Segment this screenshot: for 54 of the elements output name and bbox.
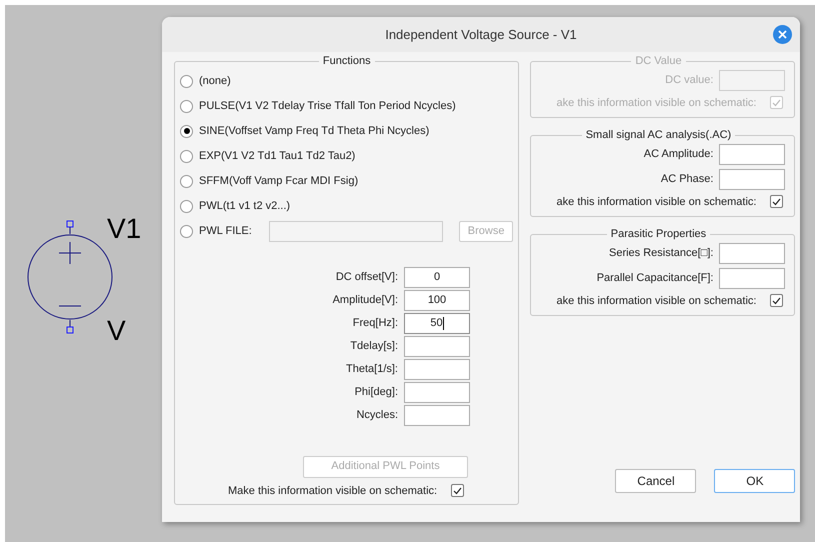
field-label: Freq[Hz]: [352, 316, 398, 331]
radio-button[interactable]: PULSE(V1 V2 Tdelay Trise Tfall Ton Period Ncycles) [180, 98, 456, 114]
input-field[interactable]: 50 [404, 312, 470, 334]
checkbox[interactable] [770, 195, 784, 208]
checkbox[interactable] [770, 294, 784, 308]
input-field[interactable] [719, 144, 786, 164]
checkbox-label: ake this information visible on schematic: [556, 96, 756, 110]
field-label: DC offset[V]: [336, 270, 398, 285]
checkbox-label: ake this information visible on schematic: [556, 294, 756, 308]
group-title: DC Value [634, 54, 683, 69]
checkbox-label: ake this information visible on schematic: [556, 194, 756, 210]
input-field[interactable] [404, 404, 470, 426]
input-field[interactable] [719, 242, 786, 264]
component-name: V1 [107, 215, 142, 243]
field-label: DC value: [665, 72, 714, 88]
radio-button[interactable]: PWL FILE: [180, 222, 252, 240]
input-field[interactable] [268, 220, 443, 242]
input-field[interactable] [404, 382, 470, 402]
field-label: AC Amplitude: [644, 146, 714, 162]
checkmark-icon [772, 198, 782, 206]
close-icon [778, 30, 787, 39]
radio-button[interactable]: (none) [180, 72, 231, 90]
input-field[interactable] [719, 168, 786, 190]
field-label: Phi[deg]: [354, 384, 398, 400]
group-title: Functions [322, 54, 372, 69]
close-button[interactable] [773, 25, 792, 44]
window-title: Independent Voltage Source - V1 [385, 26, 577, 44]
text-cursor [442, 316, 444, 330]
radio-button[interactable]: PWL(t1 v1 t2 v2...) [180, 198, 290, 214]
group-title: Parasitic Properties [610, 227, 708, 242]
checkbox[interactable] [451, 484, 464, 498]
radio-button[interactable]: EXP(V1 V2 Td1 Tau1 Td2 Tau2) [180, 148, 356, 164]
checkmark-icon [772, 296, 782, 305]
checkbox-label: Make this information visible on schematic: [228, 484, 438, 498]
input-field[interactable] [719, 268, 786, 288]
field-label: Amplitude[V]: [332, 292, 398, 308]
field-label: Theta[1/s]: [346, 362, 398, 377]
input-field[interactable] [404, 336, 470, 356]
input-field[interactable]: 100 [404, 290, 470, 310]
field-label: Tdelay[s]: [350, 338, 398, 354]
radio-button[interactable]: SINE(Voffset Vamp Freq Td Theta Phi Ncycles) [180, 122, 430, 140]
field-label: Series Resistance[□]: [609, 246, 714, 261]
input-field[interactable] [404, 358, 470, 380]
checkmark-icon [772, 98, 782, 107]
field-label: Ncycles: [356, 408, 398, 423]
component-value: V [107, 317, 127, 345]
dialog-button[interactable]: OK [714, 469, 796, 493]
input-field[interactable]: 0 [404, 266, 470, 288]
field-label: AC Phase: [660, 172, 714, 187]
group-title: Small signal AC analysis(.AC) [584, 128, 732, 143]
checkmark-icon [453, 486, 462, 495]
radio-button[interactable]: SFFM(Voff Vamp Fcar MDI Fsig) [180, 172, 358, 190]
field-label: Parallel Capacitance[F]: [596, 270, 714, 286]
dialog-button[interactable]: Cancel [615, 469, 696, 493]
